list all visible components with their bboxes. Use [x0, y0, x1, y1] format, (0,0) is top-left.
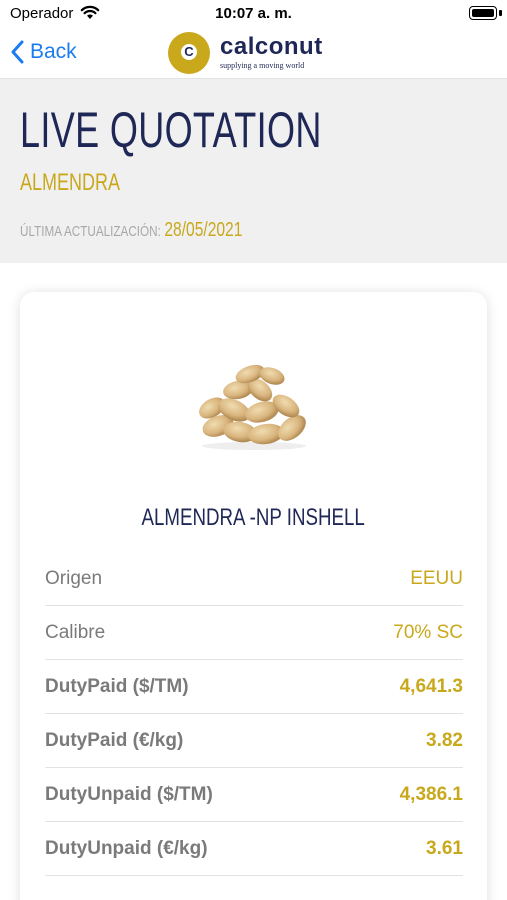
calconut-logo: C calconut supplying a moving world — [168, 31, 323, 75]
last-update-label: ÚLTIMA ACTUALIZACIÓN: — [20, 223, 161, 240]
row-value: 3.82 — [426, 729, 463, 751]
product-card[interactable]: ALMENDRA -NP INSHELL Origen EEUU Calibre… — [20, 292, 487, 900]
logo-letter: C — [181, 44, 197, 60]
battery-cap — [499, 10, 502, 16]
row-label: DutyPaid (€/kg) — [45, 729, 184, 751]
logo-name: calconut — [220, 33, 323, 60]
battery-icon — [469, 6, 497, 20]
row-calibre: Calibre 70% SC — [45, 606, 463, 660]
row-value: 4,641.3 — [399, 675, 463, 697]
logo-badge: C — [168, 32, 210, 74]
page-title: LIVE QUOTATION — [20, 102, 322, 158]
page-subtitle: ALMENDRA — [20, 169, 121, 196]
last-update-date: 28/05/2021 — [164, 219, 243, 241]
nav-bar: Back C calconut supplying a moving world — [0, 28, 507, 78]
row-dutypaid-usd-tm: DutyPaid ($/TM) 4,641.3 — [45, 660, 463, 714]
status-bar: Operador 10:07 a. m. — [0, 0, 507, 28]
row-label: Origen — [45, 567, 103, 589]
back-label: Back — [30, 40, 77, 63]
row-value: 70% SC — [393, 621, 463, 643]
quotation-header: LIVE QUOTATION ALMENDRA ÚLTIMA ACTUALIZA… — [0, 78, 507, 263]
row-value: 4,386.1 — [399, 783, 463, 805]
logo-tagline: supplying a moving world — [220, 61, 305, 70]
row-label: DutyUnpaid ($/TM) — [45, 783, 213, 805]
last-update: ÚLTIMA ACTUALIZACIÓN: 28/05/2021 — [20, 219, 242, 242]
row-label: Calibre — [45, 621, 106, 643]
row-origen: Origen EEUU — [45, 552, 463, 606]
row-dutyunpaid-eur-kg: DutyUnpaid (€/kg) 3.61 — [45, 822, 463, 876]
back-button[interactable]: Back — [10, 36, 77, 68]
row-value: EEUU — [410, 567, 463, 589]
chevron-left-icon — [11, 40, 24, 64]
almond-image — [199, 364, 306, 450]
clock: 10:07 a. m. — [215, 5, 292, 22]
row-label: DutyUnpaid (€/kg) — [45, 837, 208, 859]
row-value: 3.61 — [426, 837, 463, 859]
row-dutypaid-eur-kg: DutyPaid (€/kg) 3.82 — [45, 714, 463, 768]
product-name: ALMENDRA -NP INSHELL — [141, 504, 366, 531]
row-label: DutyPaid ($/TM) — [45, 675, 189, 697]
row-dutyunpaid-usd-tm: DutyUnpaid ($/TM) 4,386.1 — [45, 768, 463, 822]
